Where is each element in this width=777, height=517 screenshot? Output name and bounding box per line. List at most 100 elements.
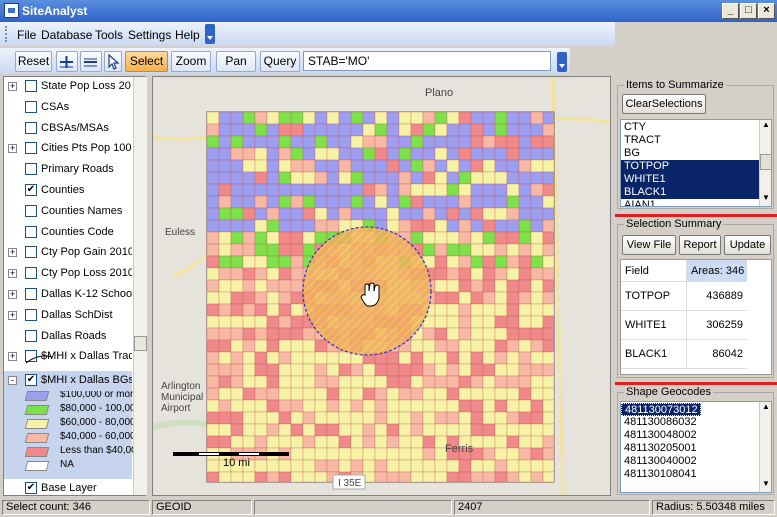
- block-group-area[interactable]: [278, 423, 292, 437]
- block-group-area[interactable]: [374, 147, 388, 161]
- panel-splitter[interactable]: [615, 214, 777, 217]
- layer-checkbox[interactable]: [25, 204, 37, 217]
- block-group-area[interactable]: [410, 447, 424, 461]
- block-group-area[interactable]: [482, 375, 496, 389]
- block-group-area[interactable]: [230, 471, 244, 483]
- block-group-area[interactable]: [218, 315, 232, 329]
- block-group-area[interactable]: [374, 111, 388, 125]
- block-group-area[interactable]: [542, 423, 555, 437]
- block-group-area[interactable]: [482, 315, 496, 329]
- block-group-area[interactable]: [410, 339, 424, 353]
- block-group-area[interactable]: [206, 267, 220, 281]
- block-group-area[interactable]: [458, 363, 472, 377]
- block-group-area[interactable]: [278, 471, 292, 483]
- block-group-area[interactable]: [458, 459, 472, 473]
- block-group-area[interactable]: [374, 123, 388, 137]
- block-group-area[interactable]: [446, 375, 460, 389]
- block-group-area[interactable]: [206, 135, 220, 149]
- expand-toggle-icon[interactable]: +: [8, 310, 17, 320]
- block-group-area[interactable]: [386, 447, 400, 461]
- block-group-area[interactable]: [374, 411, 388, 425]
- block-group-area[interactable]: [518, 111, 532, 125]
- block-group-area[interactable]: [530, 159, 544, 173]
- block-group-area[interactable]: [266, 411, 280, 425]
- block-group-area[interactable]: [218, 207, 232, 221]
- block-group-area[interactable]: [470, 375, 484, 389]
- block-group-area[interactable]: [482, 279, 496, 293]
- block-group-area[interactable]: [302, 471, 316, 483]
- block-group-area[interactable]: [314, 207, 328, 221]
- block-group-area[interactable]: [506, 315, 520, 329]
- map-view[interactable]: 10 mi Plano Euless Arlington Municipal A…: [152, 76, 611, 496]
- block-group-area[interactable]: [518, 351, 532, 365]
- block-group-area[interactable]: [242, 375, 256, 389]
- block-group-area[interactable]: [350, 195, 364, 209]
- block-group-area[interactable]: [278, 111, 292, 125]
- block-group-area[interactable]: [506, 327, 520, 341]
- block-group-area[interactable]: [446, 351, 460, 365]
- block-group-area[interactable]: [494, 147, 508, 161]
- block-group-area[interactable]: [206, 387, 220, 401]
- block-group-area[interactable]: [494, 435, 508, 449]
- block-group-area[interactable]: [266, 171, 280, 185]
- block-group-area[interactable]: [434, 315, 448, 329]
- block-group-area[interactable]: [242, 195, 256, 209]
- block-group-area[interactable]: [542, 255, 555, 269]
- block-group-area[interactable]: [230, 315, 244, 329]
- block-group-area[interactable]: [254, 327, 268, 341]
- block-group-area[interactable]: [350, 435, 364, 449]
- block-group-area[interactable]: [206, 111, 220, 125]
- block-group-area[interactable]: [338, 435, 352, 449]
- block-group-area[interactable]: [446, 363, 460, 377]
- block-group-area[interactable]: [326, 195, 340, 209]
- block-group-area[interactable]: [254, 195, 268, 209]
- block-group-area[interactable]: [506, 159, 520, 173]
- block-group-area[interactable]: [278, 411, 292, 425]
- menu-tools[interactable]: Tools: [95, 28, 123, 42]
- block-group-area[interactable]: [422, 399, 436, 413]
- block-group-area[interactable]: [266, 195, 280, 209]
- block-group-area[interactable]: [302, 375, 316, 389]
- block-group-area[interactable]: [362, 135, 376, 149]
- block-group-area[interactable]: [506, 363, 520, 377]
- block-group-area[interactable]: [374, 135, 388, 149]
- block-group-area[interactable]: [446, 171, 460, 185]
- block-group-area[interactable]: [266, 459, 280, 473]
- block-group-area[interactable]: [266, 207, 280, 221]
- block-group-area[interactable]: [338, 447, 352, 461]
- scroll-up-icon[interactable]: ▲: [760, 120, 771, 132]
- block-group-area[interactable]: [302, 459, 316, 473]
- block-group-area[interactable]: [386, 471, 400, 483]
- block-group-area[interactable]: [218, 363, 232, 377]
- block-group-area[interactable]: [410, 135, 424, 149]
- block-group-area[interactable]: [434, 123, 448, 137]
- block-group-area[interactable]: [458, 195, 472, 209]
- block-group-area[interactable]: [494, 363, 508, 377]
- block-group-area[interactable]: [542, 363, 555, 377]
- block-group-area[interactable]: [374, 423, 388, 437]
- block-group-area[interactable]: [266, 183, 280, 197]
- shape-geocodes-list[interactable]: 481130073012 481130086032 481130048002 4811…: [620, 401, 772, 493]
- menu-help[interactable]: Help: [175, 28, 200, 42]
- block-group-area[interactable]: [470, 279, 484, 293]
- block-group-area[interactable]: [458, 471, 472, 483]
- block-group-area[interactable]: [434, 363, 448, 377]
- block-group-area[interactable]: [278, 207, 292, 221]
- block-group-area[interactable]: [386, 183, 400, 197]
- block-group-area[interactable]: [218, 411, 232, 425]
- block-group-area[interactable]: [530, 279, 544, 293]
- block-group-area[interactable]: [374, 399, 388, 413]
- block-group-area[interactable]: [422, 159, 436, 173]
- block-group-area[interactable]: [326, 459, 340, 473]
- block-group-area[interactable]: [206, 351, 220, 365]
- block-group-area[interactable]: [230, 207, 244, 221]
- block-group-area[interactable]: [470, 459, 484, 473]
- block-group-area[interactable]: [386, 399, 400, 413]
- block-group-area[interactable]: [530, 459, 544, 473]
- layer-checkbox[interactable]: ✔: [25, 374, 37, 386]
- block-group-area[interactable]: [218, 279, 232, 293]
- block-group-area[interactable]: [386, 135, 400, 149]
- block-group-area[interactable]: [458, 411, 472, 425]
- block-group-area[interactable]: [362, 171, 376, 185]
- block-group-area[interactable]: [518, 339, 532, 353]
